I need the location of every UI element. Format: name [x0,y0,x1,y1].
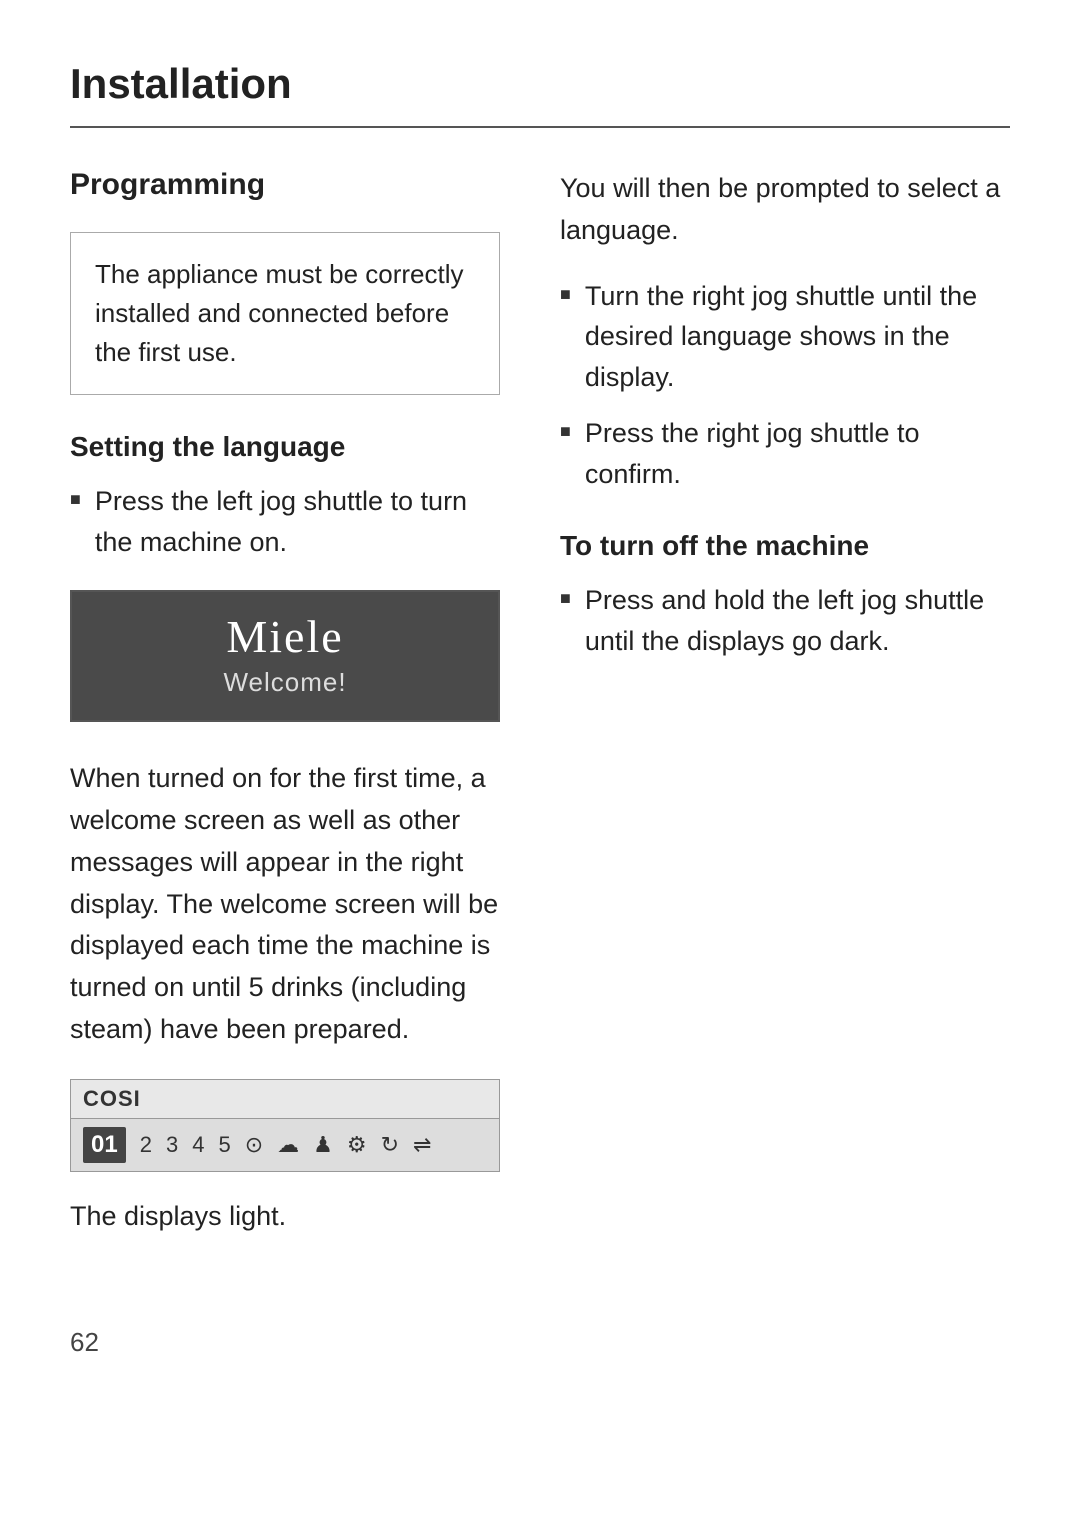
bullet-square-icon: ■ [70,486,81,513]
bullet-square-icon-r3: ■ [560,585,571,612]
cosi-top-label: COSI [71,1080,499,1119]
page-number: 62 [70,1327,99,1357]
cosi-rinse-icon: ↻ [381,1132,399,1158]
cosi-item-3: 3 [166,1132,178,1158]
bullet-turn-off: ■ Press and hold the left jog shuttle un… [560,580,1010,661]
cosi-settings-icon: ⇌ [413,1132,431,1158]
bullet-square-icon-r1: ■ [560,281,571,308]
turn-off-title: To turn off the machine [560,530,1010,562]
cosi-item-2: 2 [140,1132,152,1158]
right-column: You will then be prompted to select a la… [560,168,1010,1266]
notice-box: The appliance must be correctly installe… [70,232,500,395]
page-title: Installation [70,60,1010,108]
bullet-text-1: Press the left jog shuttle to turn the m… [95,481,500,562]
cosi-display: COSI 01 2 3 4 5 ⊙ ☁ ♟ ⚙ ↻ ⇌ [70,1079,500,1172]
cosi-active-item: 01 [83,1127,126,1163]
left-column: Programming The appliance must be correc… [70,168,500,1266]
bullet-square-icon-r2: ■ [560,418,571,445]
bullet-text-r1: Turn the right jog shuttle until the des… [585,276,1010,398]
cosi-steam-icon: ☁ [277,1132,299,1158]
cosi-power-icon: ⊙ [245,1132,263,1158]
bullet-text-r2: Press the right jog shuttle to confirm. [585,413,1010,494]
section-divider [70,126,1010,128]
bullet-right-jog-press: ■ Press the right jog shuttle to confirm… [560,413,1010,494]
content-layout: Programming The appliance must be correc… [70,168,1010,1266]
display-welcome-text: Welcome! [223,667,346,698]
body-paragraph: When turned on for the first time, a wel… [70,758,500,1051]
setting-language-title: Setting the language [70,431,500,463]
bullet-right-jog-turn: ■ Turn the right jog shuttle until the d… [560,276,1010,398]
cosi-bottom-bar: 01 2 3 4 5 ⊙ ☁ ♟ ⚙ ↻ ⇌ [71,1119,499,1171]
section-title: Programming [70,168,500,202]
displays-light-text: The displays light. [70,1196,500,1238]
miele-display-screen: Miele Welcome! [70,590,500,722]
cosi-item-4: 4 [192,1132,204,1158]
bullet-text-r3: Press and hold the left jog shuttle unti… [585,580,1010,661]
cosi-person-icon: ♟ [313,1132,333,1158]
bullet-press-left-jog: ■ Press the left jog shuttle to turn the… [70,481,500,562]
cosi-item-5: 5 [218,1132,230,1158]
notice-text: The appliance must be correctly installe… [95,259,464,367]
display-brand-text: Miele [226,610,343,663]
cosi-grinder-icon: ⚙ [347,1132,367,1158]
right-intro-text: You will then be prompted to select a la… [560,168,1010,252]
